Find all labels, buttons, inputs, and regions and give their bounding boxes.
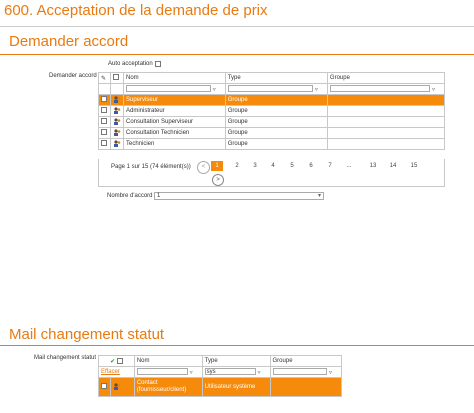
row-checkbox[interactable] (101, 107, 107, 113)
contact-icon (113, 383, 121, 391)
row-checkbox[interactable] (101, 129, 107, 135)
chevron-down-icon: ▾ (317, 193, 321, 199)
column-header-groupe[interactable]: Groupe (326, 72, 446, 84)
prev-page-button[interactable]: < (197, 161, 210, 174)
row-type: Groupe (224, 138, 328, 150)
page-button-6[interactable]: 6 (305, 161, 317, 171)
group-icon (113, 107, 121, 115)
table-row[interactable]: Consultation Technicien Groupe (98, 127, 446, 139)
page-ellipsis: ... (346, 163, 352, 169)
nombre-accord-select[interactable]: 1 ▾ (154, 192, 324, 200)
clear-filter-link[interactable]: Effacer (101, 369, 120, 375)
column-header-groupe[interactable]: Groupe (269, 355, 343, 367)
filter-icon[interactable]: ▿ (258, 370, 261, 376)
row-type: Groupe (224, 94, 328, 106)
filter-nom-input[interactable] (125, 85, 211, 93)
page-button-3[interactable]: 3 (249, 161, 261, 171)
page-button-1[interactable]: 1 (211, 161, 223, 171)
row-type: Groupe (224, 116, 328, 128)
row-name: Administrateur (122, 105, 226, 117)
filter-icon[interactable]: ▿ (432, 87, 435, 93)
page-button-5[interactable]: 5 (286, 161, 298, 171)
filter-type-input[interactable] (227, 85, 313, 93)
page-button-2[interactable]: 2 (231, 161, 243, 171)
column-header-type[interactable]: Type (201, 355, 271, 367)
page-button-7[interactable]: 7 (324, 161, 336, 171)
group-icon (113, 129, 121, 137)
title-divider (0, 26, 474, 27)
auto-acceptation-checkbox[interactable] (155, 61, 161, 67)
group-icon (113, 140, 121, 148)
filter-icon[interactable]: ▿ (315, 87, 318, 93)
filter-icon[interactable]: ▿ (190, 370, 193, 376)
row-name: Technicien (122, 138, 226, 150)
row-checkbox[interactable] (101, 96, 107, 102)
group-icon (113, 118, 121, 126)
group-icon (113, 96, 121, 104)
edit-columns-icon[interactable]: ✎ (98, 72, 111, 84)
table-row[interactable]: Technicien Groupe (98, 138, 446, 150)
pager-info: Page 1 sur 15 (74 élément(s)) (111, 164, 191, 170)
row-group (326, 127, 446, 139)
section-divider (0, 345, 474, 346)
filter-groupe-input[interactable] (329, 85, 430, 93)
table-row[interactable]: Superviseur Groupe (98, 94, 446, 106)
row-type: Groupe (224, 127, 328, 139)
page-button-14[interactable]: 14 (387, 161, 399, 171)
row-group (326, 94, 446, 106)
column-header-nom[interactable]: Nom (133, 355, 203, 367)
demander-accord-label: Demander accord (49, 73, 97, 79)
row-group (326, 116, 446, 128)
section-divider (0, 54, 474, 55)
mail-changement-label: Mail changement statut (34, 355, 97, 361)
page-title: 600. Acceptation de la demande de prix (4, 2, 268, 19)
select-all-checkbox[interactable] (116, 357, 123, 364)
row-checkbox[interactable] (101, 383, 107, 389)
table-row[interactable]: Contact (fournisseur/client) Utilisateur… (98, 377, 343, 397)
nombre-accord-value: 1 (157, 193, 161, 199)
page-button-13[interactable]: 13 (367, 161, 379, 171)
column-header-type[interactable]: Type (224, 72, 328, 84)
filter-icon[interactable]: ▿ (329, 370, 332, 376)
next-page-button[interactable]: > (212, 174, 224, 186)
filter-type-input[interactable]: sys (204, 368, 256, 376)
row-checkbox[interactable] (101, 140, 107, 146)
section-title-demander-accord: Demander accord (9, 33, 129, 50)
check-icon[interactable]: ✔ (110, 359, 115, 365)
row-checkbox[interactable] (101, 118, 107, 124)
auto-acceptation-label: Auto acceptation (108, 61, 153, 67)
table-row[interactable]: Consultation Superviseur Groupe (98, 116, 446, 128)
mail-grid: ✔ Nom Type Groupe Effacer ▿ sys ▿ ▿ Conta… (98, 355, 343, 397)
column-header-nom[interactable]: Nom (122, 72, 226, 84)
page-button-15[interactable]: 15 (408, 161, 420, 171)
row-name: Consultation Technicien (122, 127, 226, 139)
row-name: Consultation Superviseur (122, 116, 226, 128)
row-name: Contact (fournisseur/client) (133, 377, 203, 397)
select-all-checkbox[interactable] (112, 74, 119, 80)
row-type: Groupe (224, 105, 328, 117)
accord-grid: ✎ Nom Type Groupe ▿ ▿ ▿ Superviseur Grou… (98, 72, 446, 150)
filter-icon[interactable]: ▿ (213, 87, 216, 93)
filter-nom-input[interactable] (136, 368, 188, 376)
row-type: Utilisateur système (201, 377, 271, 397)
page-button-4[interactable]: 4 (267, 161, 279, 171)
pager: Page 1 sur 15 (74 élément(s)) < 1 2 3 4 … (98, 159, 445, 187)
row-group (269, 377, 343, 397)
nombre-accord-label: Nombre d'accord (107, 193, 153, 199)
row-name: Superviseur (122, 94, 226, 106)
row-group (326, 105, 446, 117)
section-title-mail-changement: Mail changement statut (9, 326, 165, 343)
filter-groupe-input[interactable] (272, 368, 327, 376)
row-group (326, 138, 446, 150)
table-row[interactable]: Administrateur Groupe (98, 105, 446, 117)
